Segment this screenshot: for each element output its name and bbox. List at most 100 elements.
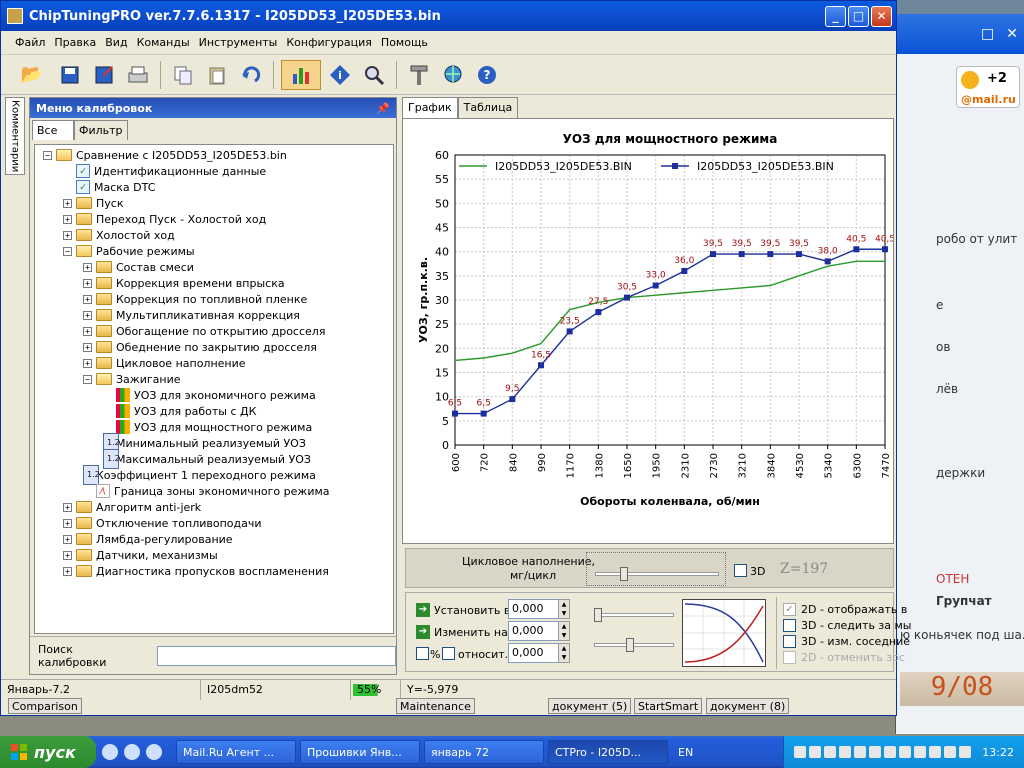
tree-node[interactable]: + Отключение топливоподачи [63, 515, 262, 531]
tray-icon[interactable] [824, 746, 837, 758]
expand-icon[interactable]: + [63, 534, 72, 544]
desktop-icon-label[interactable]: Comparison [8, 698, 82, 714]
titlebar[interactable]: ChipTuningPRO ver.7.7.6.1317 - I205DD53_… [1, 1, 896, 31]
task-ctpro[interactable]: CTPro - I205D... [548, 740, 668, 764]
smoothing-slider-thumb[interactable] [594, 608, 602, 622]
collapse-icon[interactable]: − [83, 374, 92, 384]
open-icon[interactable]: 📂 [13, 60, 51, 90]
network-icon[interactable] [438, 60, 468, 90]
quicklaunch-icon[interactable] [146, 744, 162, 760]
tree-node[interactable]: УОЗ для мощностного режима [103, 419, 312, 435]
pin-icon[interactable]: 📌 [376, 102, 390, 115]
expand-icon[interactable]: + [63, 214, 72, 224]
expand-icon[interactable]: + [63, 502, 72, 512]
tab-graph[interactable]: График [402, 97, 458, 119]
search-input[interactable] [156, 645, 396, 666]
chart-icon[interactable] [281, 59, 321, 90]
task-opera[interactable]: Прошивки Янв... [300, 740, 420, 764]
expand-icon[interactable]: + [83, 310, 92, 320]
mail-badge[interactable]: +2 @mail.ru [956, 66, 1020, 108]
tree-node[interactable]: 1.2 Максимальный реализуемый УОЗ [103, 449, 311, 469]
expand-icon[interactable]: + [63, 198, 72, 208]
tree-node[interactable]: + Холостой ход [63, 227, 175, 243]
tree-node[interactable]: + Цикловое наполнение [83, 355, 246, 371]
expand-icon[interactable]: + [63, 230, 72, 240]
load-slider[interactable] [586, 552, 726, 586]
opt-2d-cancel-checkbox[interactable] [783, 651, 796, 664]
tray-icon[interactable] [884, 746, 897, 758]
tree-node[interactable]: + Пуск [63, 195, 123, 211]
tab-filter[interactable]: Фильтр [74, 120, 128, 140]
relative-value-input[interactable]: 0,000 [508, 643, 560, 663]
tray-icon[interactable] [794, 746, 807, 758]
expand-icon[interactable]: + [83, 262, 92, 272]
expand-icon[interactable]: + [83, 358, 92, 368]
expand-icon[interactable]: + [83, 326, 92, 336]
paste-icon[interactable] [202, 60, 232, 90]
tree-node[interactable]: + Датчики, механизмы [63, 547, 218, 563]
tree-node[interactable]: + Алгоритм anti-jerk [63, 499, 201, 515]
bg-window-close-button[interactable]: ✕ [1006, 26, 1018, 42]
tree-node[interactable]: УОЗ для экономичного режима [103, 387, 316, 403]
chart[interactable]: УОЗ для мощностного режима05101520253035… [403, 119, 893, 543]
menu-file[interactable]: Файл [15, 36, 45, 49]
shape-slider-thumb[interactable] [626, 638, 634, 652]
expand-icon[interactable]: + [83, 294, 92, 304]
expand-icon[interactable]: + [63, 550, 72, 560]
tree-node[interactable]: + Переход Пуск - Холостой ход [63, 211, 266, 227]
start-button[interactable]: пуск [0, 736, 96, 768]
collapse-icon[interactable]: − [63, 246, 72, 256]
group-chat-tab[interactable]: Групчат [936, 594, 992, 608]
tree-node[interactable]: + Обеднение по закрытию дросселя [83, 339, 317, 355]
info-icon[interactable]: i [325, 60, 355, 90]
menu-edit[interactable]: Правка [54, 36, 96, 49]
task-folder[interactable]: январь 72 [424, 740, 544, 764]
tree-node[interactable]: 1.2 Коэффициент 1 переходного режима [83, 465, 316, 485]
chart-pane[interactable]: УОЗ для мощностного режима 0 5 10 15 20 25 30 35… [402, 118, 894, 544]
tree-node[interactable]: − Зажигание [83, 371, 180, 387]
save-as-icon[interactable] [89, 60, 119, 90]
tree-node[interactable]: ✓ Идентификационные данные [63, 163, 266, 179]
tree-node[interactable]: + Обогащение по открытию дросселя [83, 323, 325, 339]
expand-icon[interactable]: + [83, 278, 92, 288]
menu-help[interactable]: Помощь [381, 36, 428, 49]
close-button[interactable]: ✕ [871, 5, 892, 27]
quicklaunch-icon[interactable] [102, 744, 118, 760]
tray-icon[interactable] [869, 746, 882, 758]
change-value-stepper[interactable]: ▲ ▼ [558, 621, 570, 641]
menu-tools[interactable]: Инструменты [199, 36, 278, 49]
zoom-icon[interactable] [359, 60, 389, 90]
percent-checkbox[interactable] [416, 647, 429, 660]
tree-node[interactable]: − Рабочие режимы [63, 243, 195, 259]
tray-icon[interactable] [914, 746, 927, 758]
desktop-icon-label[interactable]: StartSmart [634, 698, 703, 714]
opt-3d-neighbors-checkbox[interactable] [783, 635, 796, 648]
undo-icon[interactable] [236, 60, 266, 90]
desktop-icon-label[interactable]: Maintenance [396, 698, 475, 714]
tab-all[interactable]: Все [32, 120, 74, 140]
save-icon[interactable] [55, 60, 85, 90]
help-icon[interactable]: ? [472, 60, 502, 90]
relative-value-stepper[interactable]: ▲ ▼ [558, 643, 570, 663]
tools-icon[interactable] [404, 60, 434, 90]
language-indicator[interactable]: EN [678, 746, 693, 759]
maximize-button[interactable]: □ [848, 5, 869, 27]
menu-configuration[interactable]: Конфигурация [286, 36, 372, 49]
relative-checkbox[interactable] [442, 647, 455, 660]
menu-view[interactable]: Вид [105, 36, 127, 49]
set-value-input[interactable]: 0,000 [508, 599, 560, 619]
opt-2d-show-checkbox[interactable]: ✓ [783, 603, 796, 616]
change-value-input[interactable]: 0,000 [508, 621, 560, 641]
set-value-stepper[interactable]: ▲ ▼ [558, 599, 570, 619]
curve-preview[interactable] [682, 599, 766, 667]
tray-icon[interactable] [854, 746, 867, 758]
tab-table[interactable]: Таблица [457, 97, 519, 119]
tray-icon[interactable] [944, 746, 957, 758]
task-mail-agent[interactable]: Mail.Ru Агент ... [176, 740, 296, 764]
apply-set-arrow-icon[interactable]: ➔ [416, 603, 430, 617]
comments-side-tab[interactable]: Комментарии [5, 97, 25, 175]
tree-node[interactable]: + Коррекция по топливной пленке [83, 291, 307, 307]
tray-icon[interactable] [959, 746, 972, 758]
shape-slider[interactable] [594, 643, 674, 647]
tree-node[interactable]: + Диагностика пропусков воспламенения [63, 563, 329, 579]
